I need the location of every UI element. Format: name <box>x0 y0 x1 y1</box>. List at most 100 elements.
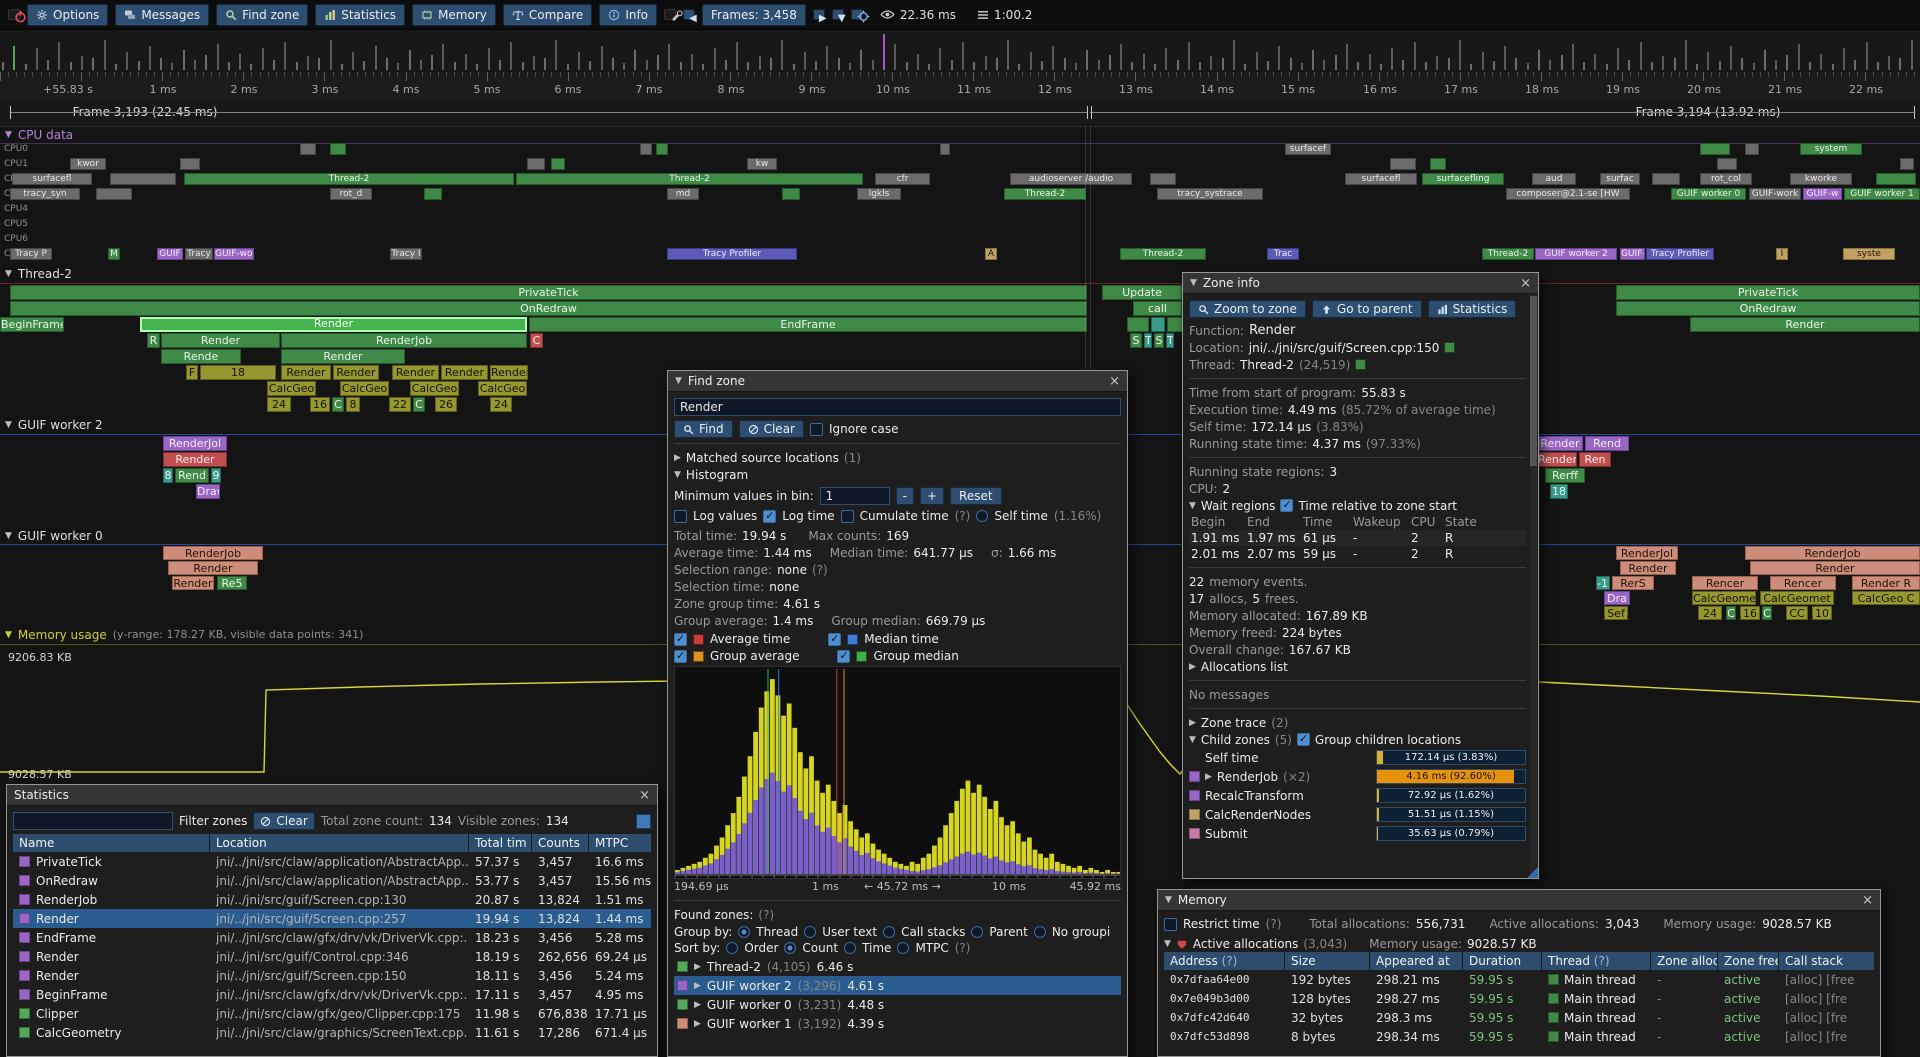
zone[interactable]: CalcGeomet <box>1760 591 1834 605</box>
zone[interactable]: Thread-2 <box>516 173 863 185</box>
zone[interactable]: Tracy P <box>10 248 52 260</box>
zone[interactable]: C <box>1726 606 1736 620</box>
zone[interactable]: A <box>985 248 997 260</box>
column-header[interactable]: Location <box>210 834 468 852</box>
zone[interactable]: R <box>147 333 160 348</box>
zone[interactable]: M <box>108 248 120 260</box>
zone[interactable]: Render <box>392 365 439 380</box>
source-color-swatch[interactable] <box>1444 342 1455 353</box>
zone[interactable]: Render <box>140 317 527 332</box>
decrement-button[interactable]: - <box>896 487 914 505</box>
statistics-table-header[interactable]: NameLocationTotal timCountsMTPC <box>13 834 651 852</box>
zone[interactable]: Render <box>163 452 227 467</box>
zone[interactable]: 24 <box>267 397 291 412</box>
zone[interactable] <box>1717 158 1737 170</box>
zone[interactable]: audioserver /audio <box>1010 173 1132 185</box>
collapse-icon[interactable]: ▼ <box>1189 735 1196 745</box>
log-time-checkbox[interactable] <box>763 510 776 523</box>
zone[interactable]: Render <box>333 365 379 380</box>
zone[interactable]: RenderJob <box>281 333 527 348</box>
zone[interactable]: composer@2.1-se [HW <box>1506 188 1630 200</box>
find-zone-titlebar[interactable]: ▼ Find zone × <box>668 371 1127 392</box>
column-header[interactable]: Counts <box>532 834 588 852</box>
zone[interactable]: surfac <box>1600 173 1640 185</box>
zone[interactable]: Sef <box>1604 606 1628 620</box>
zone[interactable]: 8 <box>163 468 173 483</box>
zone[interactable] <box>551 158 565 170</box>
zone[interactable]: GUIF-work <box>1749 188 1801 200</box>
zone[interactable] <box>1900 158 1914 170</box>
zone[interactable]: PrivateTick <box>1616 285 1920 300</box>
zone[interactable]: CalcGeo <box>267 381 316 396</box>
zone[interactable] <box>940 143 950 155</box>
find-button[interactable]: Find <box>674 420 733 438</box>
zone[interactable]: Update <box>1102 285 1182 300</box>
close-icon[interactable]: × <box>639 789 650 802</box>
found-zone-group[interactable]: ▶GUIF worker 1(3,192)4.39 s <box>674 1014 1121 1033</box>
zone[interactable]: -17 <box>1596 576 1610 590</box>
zone[interactable]: EndFrame <box>529 317 1087 332</box>
zone[interactable]: OnRedraw <box>1616 301 1920 316</box>
allocation-row[interactable]: 0x7e049b3d00128 bytes298.27 ms59.95 sMai… <box>1164 989 1874 1008</box>
legend-checkbox[interactable] <box>828 633 841 646</box>
zone[interactable] <box>330 143 346 155</box>
scroll-button[interactable] <box>636 814 651 829</box>
zone[interactable]: Render <box>168 561 258 575</box>
zone[interactable]: CalcGeo <box>340 381 389 396</box>
zone[interactable]: Dra <box>1604 591 1630 605</box>
zone[interactable] <box>180 158 200 170</box>
legend-checkbox[interactable] <box>837 650 850 663</box>
log-values-checkbox[interactable] <box>674 510 687 523</box>
zone[interactable]: Rerff <box>1545 468 1585 483</box>
expand-icon[interactable]: ▶ <box>1189 662 1196 672</box>
zone[interactable]: 22 <box>389 397 411 412</box>
free-link[interactable]: [free <box>1826 973 1854 987</box>
zone[interactable] <box>96 188 132 200</box>
zone[interactable]: CalcGeo <box>478 381 527 396</box>
zone[interactable]: RenderJol <box>163 436 227 451</box>
zone[interactable]: Rend <box>1585 436 1629 451</box>
column-header[interactable]: Size <box>1285 952 1369 970</box>
wait-region-row[interactable]: 1.91 ms1.97 ms61 µs-2R <box>1189 530 1526 546</box>
restrict-time-checkbox[interactable] <box>1164 918 1177 931</box>
legend-checkbox[interactable] <box>674 633 687 646</box>
radio-button[interactable] <box>844 942 856 954</box>
zone[interactable]: aud <box>1532 173 1576 185</box>
zone[interactable] <box>110 173 176 185</box>
clear-button[interactable]: Clear <box>739 420 804 438</box>
column-header[interactable]: Total tim <box>469 834 531 852</box>
zone[interactable]: Re5 <box>217 576 247 590</box>
zone[interactable]: CalcGeo C <box>1852 591 1920 605</box>
zone[interactable]: surfacef <box>1285 143 1331 155</box>
scrollbar-thumb[interactable] <box>1530 296 1537 466</box>
expand-icon[interactable]: ▶ <box>694 981 701 991</box>
zone[interactable]: Render <box>490 365 528 380</box>
allocation-row[interactable]: 0x7dfc53d8988 bytes298.34 ms59.95 sMain … <box>1164 1027 1874 1046</box>
table-row[interactable]: Renderjni/../jni/src/guif/Screen.cpp:257… <box>13 909 651 928</box>
zone[interactable] <box>424 188 442 200</box>
zone[interactable]: I <box>1776 248 1788 260</box>
zone[interactable]: Trac <box>1267 248 1299 260</box>
zone[interactable] <box>782 188 800 200</box>
zone[interactable]: 24 <box>490 397 512 412</box>
zone[interactable]: syste <box>1843 248 1895 260</box>
wait-region-row[interactable]: 2.01 ms2.07 ms59 µs-2R <box>1189 546 1526 562</box>
zone[interactable]: 9 <box>211 468 221 483</box>
zone[interactable]: 26 <box>435 397 457 412</box>
zone[interactable] <box>1745 143 1759 155</box>
zone[interactable]: CalcGeome <box>1692 591 1756 605</box>
collapse-icon[interactable]: ▼ <box>674 470 681 480</box>
zone[interactable]: 24 <box>1698 606 1722 620</box>
zone[interactable]: Render R <box>1852 576 1920 590</box>
resize-grip[interactable] <box>1527 867 1538 878</box>
zone[interactable]: RenderJob <box>163 546 263 560</box>
zone[interactable] <box>1700 143 1730 155</box>
zone[interactable]: kw <box>747 158 777 170</box>
self-time-toggle[interactable] <box>976 510 988 522</box>
found-zone-group[interactable]: ▶Thread-2(4,105)6.46 s <box>674 957 1121 976</box>
increment-button[interactable]: + <box>920 487 944 505</box>
zone[interactable]: md <box>667 188 699 200</box>
zone[interactable]: RerS <box>1612 576 1654 590</box>
zone[interactable]: Tracy Profiler <box>667 248 797 260</box>
zone[interactable]: system <box>1800 143 1862 155</box>
